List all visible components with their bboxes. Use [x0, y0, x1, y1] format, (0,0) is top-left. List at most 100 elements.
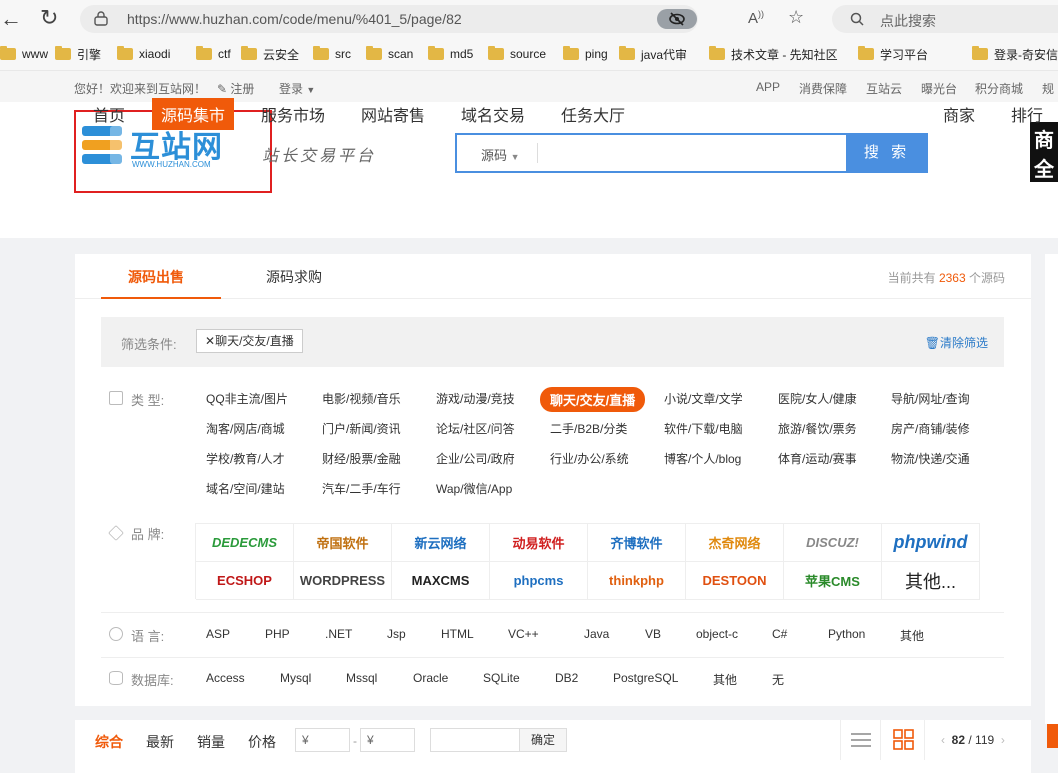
bookmark-item[interactable]: java代审	[619, 42, 687, 66]
tab-source-sale[interactable]: 源码出售	[128, 267, 184, 287]
category-item[interactable]: 游戏/动漫/竞技	[436, 390, 515, 407]
brand-logo[interactable]: phpcms	[490, 562, 588, 600]
category-item[interactable]: 体育/运动/赛事	[778, 450, 857, 467]
sort-newest[interactable]: 最新	[146, 732, 174, 752]
price-min-input[interactable]: ¥	[295, 728, 350, 752]
category-item[interactable]: 聊天/交友/直播	[540, 387, 646, 412]
brand-logo[interactable]: DESTOON	[686, 562, 784, 600]
refresh-icon[interactable]: ↻	[40, 5, 58, 31]
category-item[interactable]: 企业/公司/政府	[436, 450, 515, 467]
search-button[interactable]: 搜 索	[846, 133, 928, 173]
database-item[interactable]: 其他	[713, 671, 737, 688]
address-bar[interactable]: https://www.huzhan.com/code/menu/%401_5/…	[80, 5, 804, 33]
category-item[interactable]: 论坛/社区/问答	[436, 420, 515, 437]
nav-item[interactable]: 网站寄售	[361, 102, 425, 126]
filter-chip[interactable]: ✕聊天/交友/直播	[196, 329, 303, 353]
category-item[interactable]: 学校/教育/人才	[206, 450, 285, 467]
grid-view-button[interactable]	[880, 720, 925, 760]
database-item[interactable]: PostgreSQL	[613, 671, 678, 685]
category-item[interactable]: 域名/空间/建站	[206, 480, 285, 497]
bookmark-item[interactable]: 学习平台	[858, 42, 928, 66]
nav-item[interactable]: 域名交易	[461, 102, 525, 126]
bookmark-item[interactable]: source	[488, 42, 546, 66]
category-item[interactable]: QQ非主流/图片	[206, 390, 288, 407]
language-item[interactable]: ASP	[206, 627, 230, 641]
brand-logo[interactable]: 苹果CMS	[784, 562, 882, 600]
category-item[interactable]: 房产/商铺/装修	[891, 420, 970, 437]
brand-logo[interactable]: DEDECMS	[196, 524, 294, 562]
brand-logo[interactable]: MAXCMS	[392, 562, 490, 600]
category-item[interactable]: 财经/股票/金融	[322, 450, 401, 467]
topbar-link[interactable]: 互站云	[866, 80, 902, 97]
database-item[interactable]: DB2	[555, 671, 578, 685]
back-icon[interactable]: ←	[0, 6, 22, 32]
brand-logo[interactable]: 新云网络	[392, 524, 490, 562]
brand-logo[interactable]: 杰奇网络	[686, 524, 784, 562]
category-item[interactable]: Wap/微信/App	[436, 480, 512, 497]
bookmark-item[interactable]: www	[0, 42, 48, 66]
brand-logo[interactable]: phpwind	[882, 524, 980, 562]
brand-logo[interactable]: 齐博软件	[588, 524, 686, 562]
read-aloud-icon[interactable]: A))	[748, 9, 764, 27]
bookmark-item[interactable]: 登录-奇安信	[972, 42, 1058, 66]
language-item[interactable]: VC++	[508, 627, 539, 641]
database-item[interactable]: SQLite	[483, 671, 520, 685]
category-item[interactable]: 门户/新闻/资讯	[322, 420, 401, 437]
nav-item[interactable]: 首页	[93, 102, 125, 126]
tab-source-wanted[interactable]: 源码求购	[266, 267, 322, 287]
category-item[interactable]: 软件/下载/电脑	[664, 420, 743, 437]
clear-filter-link[interactable]: 🗑清除筛选	[925, 334, 988, 351]
language-item[interactable]: PHP	[265, 627, 290, 641]
category-item[interactable]: 博客/个人/blog	[664, 450, 741, 467]
category-item[interactable]: 淘客/网店/商城	[206, 420, 285, 437]
brand-logo[interactable]: 帝国软件	[294, 524, 392, 562]
confirm-button[interactable]: 确定	[519, 728, 567, 752]
brand-logo[interactable]: ECSHOP	[196, 562, 294, 600]
brand-logo[interactable]: WORDPRESS	[294, 562, 392, 600]
topbar-link[interactable]: APP	[756, 80, 780, 94]
list-view-button[interactable]	[840, 720, 880, 760]
close-icon[interactable]: ✕	[205, 334, 215, 348]
topbar-link[interactable]: 消费保障	[799, 80, 847, 97]
category-item[interactable]: 物流/快递/交通	[891, 450, 970, 467]
category-item[interactable]: 小说/文章/文学	[664, 390, 743, 407]
nav-item[interactable]: 排行	[1011, 102, 1043, 126]
price-max-input[interactable]: ¥	[360, 728, 415, 752]
login-link[interactable]: 登录 ▼	[279, 80, 315, 97]
bookmark-item[interactable]: ctf	[196, 42, 231, 66]
category-item[interactable]: 二手/B2B/分类	[550, 420, 627, 437]
tracking-prevention-icon[interactable]	[657, 9, 697, 29]
database-item[interactable]: Access	[206, 671, 245, 685]
favorite-star-icon[interactable]: ☆	[788, 7, 804, 28]
category-item[interactable]: 旅游/餐饮/票务	[778, 420, 857, 437]
topbar-link[interactable]: 规	[1042, 80, 1054, 97]
brand-logo[interactable]: 其他...	[882, 562, 980, 600]
bookmark-item[interactable]: xiaodi	[117, 42, 170, 66]
bookmark-item[interactable]: ping	[563, 42, 608, 66]
bookmark-item[interactable]: 引擎	[55, 42, 101, 66]
side-float-tab[interactable]	[1047, 724, 1058, 748]
category-item[interactable]: 行业/办公/系统	[550, 450, 629, 467]
site-search[interactable]: 源码 ▼ 搜 索	[455, 133, 928, 173]
language-item[interactable]: VB	[645, 627, 661, 641]
language-item[interactable]: 其他	[900, 627, 924, 644]
language-item[interactable]: .NET	[325, 627, 352, 641]
database-item[interactable]: 无	[772, 671, 784, 688]
brand-logo[interactable]: DISCUZ!	[784, 524, 882, 562]
next-page-icon[interactable]: ›	[1001, 733, 1005, 747]
bookmark-item[interactable]: md5	[428, 42, 473, 66]
bookmark-item[interactable]: 云安全	[241, 42, 299, 66]
nav-item[interactable]: 源码集市	[152, 98, 235, 130]
language-item[interactable]: HTML	[441, 627, 474, 641]
topbar-link[interactable]: 曝光台	[921, 80, 957, 97]
bookmark-item[interactable]: 技术文章 - 先知社区	[709, 42, 838, 66]
search-type-select[interactable]: 源码 ▼	[481, 145, 520, 164]
language-item[interactable]: C#	[772, 627, 787, 641]
brand-logo[interactable]: thinkphp	[588, 562, 686, 600]
bookmark-item[interactable]: scan	[366, 42, 413, 66]
nav-item[interactable]: 商家	[943, 102, 975, 126]
category-item[interactable]: 医院/女人/健康	[778, 390, 857, 407]
nav-item[interactable]: 任务大厅	[561, 102, 625, 126]
ad-banner[interactable]: 商全	[1030, 122, 1058, 182]
sort-sales[interactable]: 销量	[197, 732, 225, 752]
